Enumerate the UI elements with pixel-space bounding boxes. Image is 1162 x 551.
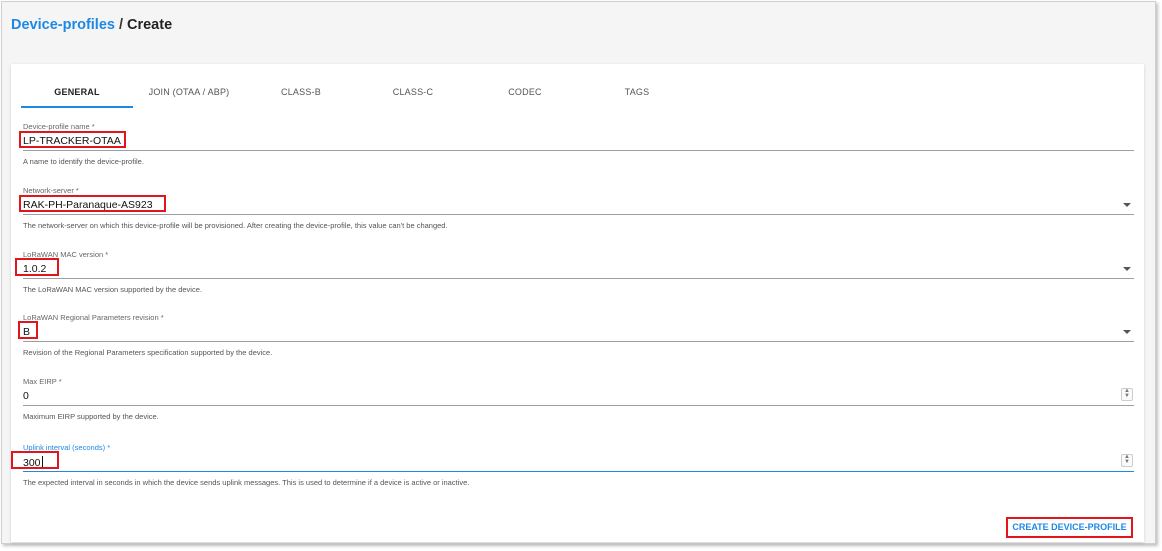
network-server-select[interactable]: RAK-PH-Paranaque-AS923 (19, 195, 1134, 215)
regional-params-helper: Revision of the Regional Parameters spec… (23, 348, 273, 357)
app-frame: Device-profiles / Create GENERAL JOIN (OTA… (1, 1, 1156, 544)
max-eirp-field: Max EIRP * 0 ▲ ▼ Maximum EIRP supported b… (23, 377, 1134, 421)
caret-down-icon[interactable] (1123, 267, 1131, 271)
tab-class-c[interactable]: CLASS-C (357, 78, 469, 108)
caret-down-icon[interactable] (1123, 330, 1131, 334)
device-profile-form-card: GENERAL JOIN (OTAA / ABP) CLASS-B CLASS-… (11, 64, 1144, 542)
highlight-box (19, 131, 126, 148)
tab-join[interactable]: JOIN (OTAA / ABP) (133, 78, 245, 108)
max-eirp-label: Max EIRP * (23, 377, 62, 386)
breadcrumb-separator: / (118, 17, 123, 33)
device-profile-name-input[interactable]: LP-TRACKER-OTAA (19, 131, 1134, 151)
number-spinner-icon[interactable]: ▲ ▼ (1121, 388, 1133, 401)
uplink-interval-helper: The expected interval in seconds in whic… (23, 478, 470, 487)
tab-bar: GENERAL JOIN (OTAA / ABP) CLASS-B CLASS-… (21, 78, 1131, 108)
device-profile-name-label: Device-profile name * (23, 122, 95, 131)
regional-params-select[interactable]: B (18, 321, 1134, 342)
breadcrumb: Device-profiles / Create (11, 17, 172, 33)
uplink-interval-label: Uplink interval (seconds) * (23, 443, 111, 452)
mac-version-helper: The LoRaWAN MAC version supported by the… (23, 285, 202, 294)
tab-general[interactable]: GENERAL (21, 78, 133, 108)
mac-version-field: LoRaWAN MAC version * 1.0.2 The LoRaWAN … (15, 250, 1134, 294)
max-eirp-value: 0 (23, 390, 29, 402)
tab-tags[interactable]: TAGS (581, 78, 693, 108)
create-device-profile-button[interactable]: CREATE DEVICE-PROFILE (1006, 517, 1133, 538)
highlight-box (11, 451, 59, 469)
max-eirp-input[interactable]: 0 ▲ ▼ (23, 387, 1134, 406)
breadcrumb-device-profiles-link[interactable]: Device-profiles (11, 17, 115, 33)
regional-params-field: LoRaWAN Regional Parameters revision * B… (18, 313, 1134, 357)
uplink-interval-input[interactable]: 300 ▲ ▼ (11, 451, 1134, 472)
network-server-field: Network-server * RAK-PH-Paranaque-AS923 … (19, 186, 1134, 230)
uplink-interval-field: Uplink interval (seconds) * 300 ▲ ▼ The e… (11, 443, 1134, 487)
max-eirp-helper: Maximum EIRP supported by the device. (23, 412, 159, 421)
breadcrumb-current: Create (127, 17, 173, 33)
mac-version-select[interactable]: 1.0.2 (15, 258, 1134, 279)
highlight-box (19, 195, 166, 212)
device-profile-name-field: Device-profile name * LP-TRACKER-OTAA A … (19, 122, 1134, 166)
network-server-helper: The network-server on which this device-… (23, 221, 448, 230)
number-spinner-icon[interactable]: ▲ ▼ (1121, 454, 1133, 467)
tab-codec[interactable]: CODEC (469, 78, 581, 108)
mac-version-label: LoRaWAN MAC version * (23, 250, 109, 259)
regional-params-label: LoRaWAN Regional Parameters revision * (23, 313, 164, 322)
device-profile-name-helper: A name to identify the device-profile. (23, 157, 144, 166)
caret-down-icon[interactable] (1123, 203, 1131, 207)
highlight-box (15, 258, 59, 276)
network-server-label: Network-server * (23, 186, 79, 195)
tab-class-b[interactable]: CLASS-B (245, 78, 357, 108)
highlight-box (18, 321, 38, 339)
